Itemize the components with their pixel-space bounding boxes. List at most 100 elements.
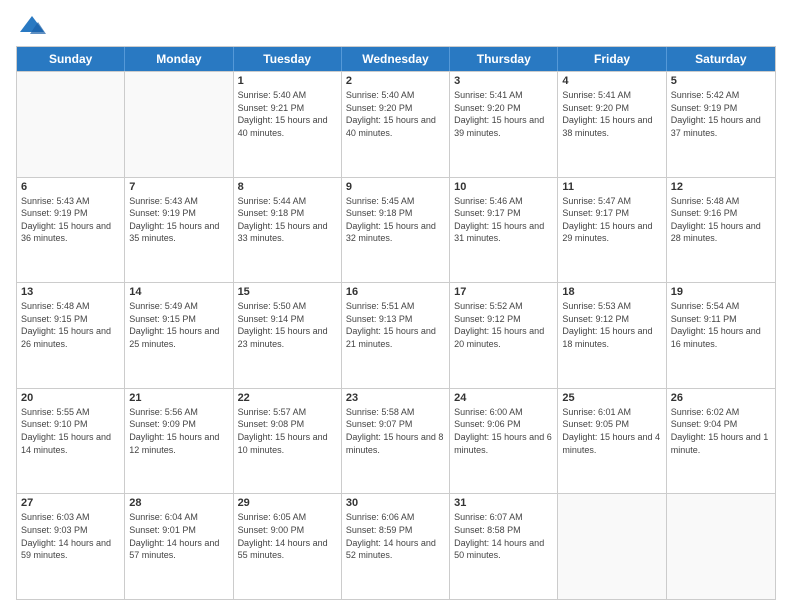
calendar-cell: 6 Sunrise: 5:43 AM Sunset: 9:19 PM Daylig… [17,178,125,283]
day-number: 16 [346,286,445,298]
calendar-cell: 19 Sunrise: 5:54 AM Sunset: 9:11 PM Dayli… [667,283,775,388]
header [16,12,776,40]
day-number: 7 [129,181,228,193]
weekday-header-wednesday: Wednesday [342,47,450,71]
weekday-header-monday: Monday [125,47,233,71]
calendar-cell: 17 Sunrise: 5:52 AM Sunset: 9:12 PM Dayli… [450,283,558,388]
day-info: Sunrise: 5:42 AM Sunset: 9:19 PM Dayligh… [671,89,771,139]
calendar-cell: 8 Sunrise: 5:44 AM Sunset: 9:18 PM Daylig… [234,178,342,283]
calendar-cell: 3 Sunrise: 5:41 AM Sunset: 9:20 PM Daylig… [450,72,558,177]
calendar-cell: 4Sunrise: 5:41 AM Sunset: 9:20 PM Daylig… [558,72,666,177]
day-number: 29 [238,497,337,509]
day-info: Sunrise: 5:46 AM Sunset: 9:17 PM Dayligh… [454,195,553,245]
calendar-row-1: 6 Sunrise: 5:43 AM Sunset: 9:19 PM Daylig… [17,177,775,283]
day-info: Sunrise: 5:40 AM Sunset: 9:20 PM Dayligh… [346,89,445,139]
day-number: 9 [346,181,445,193]
calendar-cell: 9 Sunrise: 5:45 AM Sunset: 9:18 PM Daylig… [342,178,450,283]
day-number: 18 [562,286,661,298]
day-number: 1 [238,75,337,87]
weekday-header-sunday: Sunday [17,47,125,71]
day-number: 5 [671,75,771,87]
day-info: Sunrise: 6:02 AM Sunset: 9:04 PM Dayligh… [671,406,771,456]
day-number: 19 [671,286,771,298]
calendar-cell [125,72,233,177]
day-info: Sunrise: 6:01 AM Sunset: 9:05 PM Dayligh… [562,406,661,456]
calendar-cell [558,494,666,599]
page: SundayMondayTuesdayWednesdayThursdayFrid… [0,0,792,612]
day-info: Sunrise: 6:03 AM Sunset: 9:03 PM Dayligh… [21,511,120,561]
day-info: Sunrise: 5:56 AM Sunset: 9:09 PM Dayligh… [129,406,228,456]
calendar-cell: 24Sunrise: 6:00 AM Sunset: 9:06 PM Dayli… [450,389,558,494]
calendar-cell: 10 Sunrise: 5:46 AM Sunset: 9:17 PM Dayli… [450,178,558,283]
day-number: 2 [346,75,445,87]
calendar-cell: 20 Sunrise: 5:55 AM Sunset: 9:10 PM Dayli… [17,389,125,494]
weekday-header-tuesday: Tuesday [234,47,342,71]
day-number: 25 [562,392,661,404]
day-info: Sunrise: 5:47 AM Sunset: 9:17 PM Dayligh… [562,195,661,245]
calendar-cell: 26Sunrise: 6:02 AM Sunset: 9:04 PM Dayli… [667,389,775,494]
calendar-cell: 16 Sunrise: 5:51 AM Sunset: 9:13 PM Dayli… [342,283,450,388]
day-number: 17 [454,286,553,298]
weekday-header-friday: Friday [558,47,666,71]
calendar-cell: 15 Sunrise: 5:50 AM Sunset: 9:14 PM Dayli… [234,283,342,388]
calendar-cell: 21 Sunrise: 5:56 AM Sunset: 9:09 PM Dayli… [125,389,233,494]
day-info: Sunrise: 5:43 AM Sunset: 9:19 PM Dayligh… [21,195,120,245]
day-number: 23 [346,392,445,404]
day-info: Sunrise: 5:40 AM Sunset: 9:21 PM Dayligh… [238,89,337,139]
day-info: Sunrise: 5:57 AM Sunset: 9:08 PM Dayligh… [238,406,337,456]
day-number: 21 [129,392,228,404]
calendar-header: SundayMondayTuesdayWednesdayThursdayFrid… [17,47,775,71]
day-number: 28 [129,497,228,509]
day-info: Sunrise: 6:04 AM Sunset: 9:01 PM Dayligh… [129,511,228,561]
calendar-cell [667,494,775,599]
day-number: 12 [671,181,771,193]
day-info: Sunrise: 5:50 AM Sunset: 9:14 PM Dayligh… [238,300,337,350]
day-number: 10 [454,181,553,193]
calendar-cell: 30Sunrise: 6:06 AM Sunset: 8:59 PM Dayli… [342,494,450,599]
calendar-cell: 31 Sunrise: 6:07 AM Sunset: 8:58 PM Dayli… [450,494,558,599]
day-number: 22 [238,392,337,404]
day-number: 20 [21,392,120,404]
day-number: 8 [238,181,337,193]
day-number: 6 [21,181,120,193]
calendar-cell: 29 Sunrise: 6:05 AM Sunset: 9:00 PM Dayli… [234,494,342,599]
calendar-row-3: 20 Sunrise: 5:55 AM Sunset: 9:10 PM Dayli… [17,388,775,494]
calendar-cell: 22 Sunrise: 5:57 AM Sunset: 9:08 PM Dayli… [234,389,342,494]
calendar-cell: 7Sunrise: 5:43 AM Sunset: 9:19 PM Daylig… [125,178,233,283]
day-info: Sunrise: 5:41 AM Sunset: 9:20 PM Dayligh… [454,89,553,139]
calendar-row-4: 27Sunrise: 6:03 AM Sunset: 9:03 PM Dayli… [17,493,775,599]
day-info: Sunrise: 6:07 AM Sunset: 8:58 PM Dayligh… [454,511,553,561]
calendar-cell: 1 Sunrise: 5:40 AM Sunset: 9:21 PM Daylig… [234,72,342,177]
calendar-cell: 13Sunrise: 5:48 AM Sunset: 9:15 PM Dayli… [17,283,125,388]
day-info: Sunrise: 5:41 AM Sunset: 9:20 PM Dayligh… [562,89,661,139]
day-info: Sunrise: 5:48 AM Sunset: 9:16 PM Dayligh… [671,195,771,245]
calendar-cell [17,72,125,177]
calendar-row-0: 1 Sunrise: 5:40 AM Sunset: 9:21 PM Daylig… [17,71,775,177]
calendar-cell: 11Sunrise: 5:47 AM Sunset: 9:17 PM Dayli… [558,178,666,283]
day-number: 13 [21,286,120,298]
calendar-cell: 25 Sunrise: 6:01 AM Sunset: 9:05 PM Dayli… [558,389,666,494]
day-info: Sunrise: 5:45 AM Sunset: 9:18 PM Dayligh… [346,195,445,245]
day-number: 3 [454,75,553,87]
day-number: 30 [346,497,445,509]
calendar-row-2: 13Sunrise: 5:48 AM Sunset: 9:15 PM Dayli… [17,282,775,388]
day-info: Sunrise: 5:52 AM Sunset: 9:12 PM Dayligh… [454,300,553,350]
day-number: 14 [129,286,228,298]
calendar-cell: 27Sunrise: 6:03 AM Sunset: 9:03 PM Dayli… [17,494,125,599]
calendar-cell: 2 Sunrise: 5:40 AM Sunset: 9:20 PM Daylig… [342,72,450,177]
calendar-cell: 14Sunrise: 5:49 AM Sunset: 9:15 PM Dayli… [125,283,233,388]
day-info: Sunrise: 5:54 AM Sunset: 9:11 PM Dayligh… [671,300,771,350]
logo [16,12,46,40]
weekday-header-saturday: Saturday [667,47,775,71]
calendar-body: 1 Sunrise: 5:40 AM Sunset: 9:21 PM Daylig… [17,71,775,599]
day-info: Sunrise: 6:05 AM Sunset: 9:00 PM Dayligh… [238,511,337,561]
day-info: Sunrise: 5:53 AM Sunset: 9:12 PM Dayligh… [562,300,661,350]
day-number: 15 [238,286,337,298]
day-info: Sunrise: 5:55 AM Sunset: 9:10 PM Dayligh… [21,406,120,456]
calendar-cell: 23Sunrise: 5:58 AM Sunset: 9:07 PM Dayli… [342,389,450,494]
day-info: Sunrise: 5:51 AM Sunset: 9:13 PM Dayligh… [346,300,445,350]
calendar: SundayMondayTuesdayWednesdayThursdayFrid… [16,46,776,600]
day-info: Sunrise: 6:00 AM Sunset: 9:06 PM Dayligh… [454,406,553,456]
day-info: Sunrise: 5:44 AM Sunset: 9:18 PM Dayligh… [238,195,337,245]
day-number: 31 [454,497,553,509]
